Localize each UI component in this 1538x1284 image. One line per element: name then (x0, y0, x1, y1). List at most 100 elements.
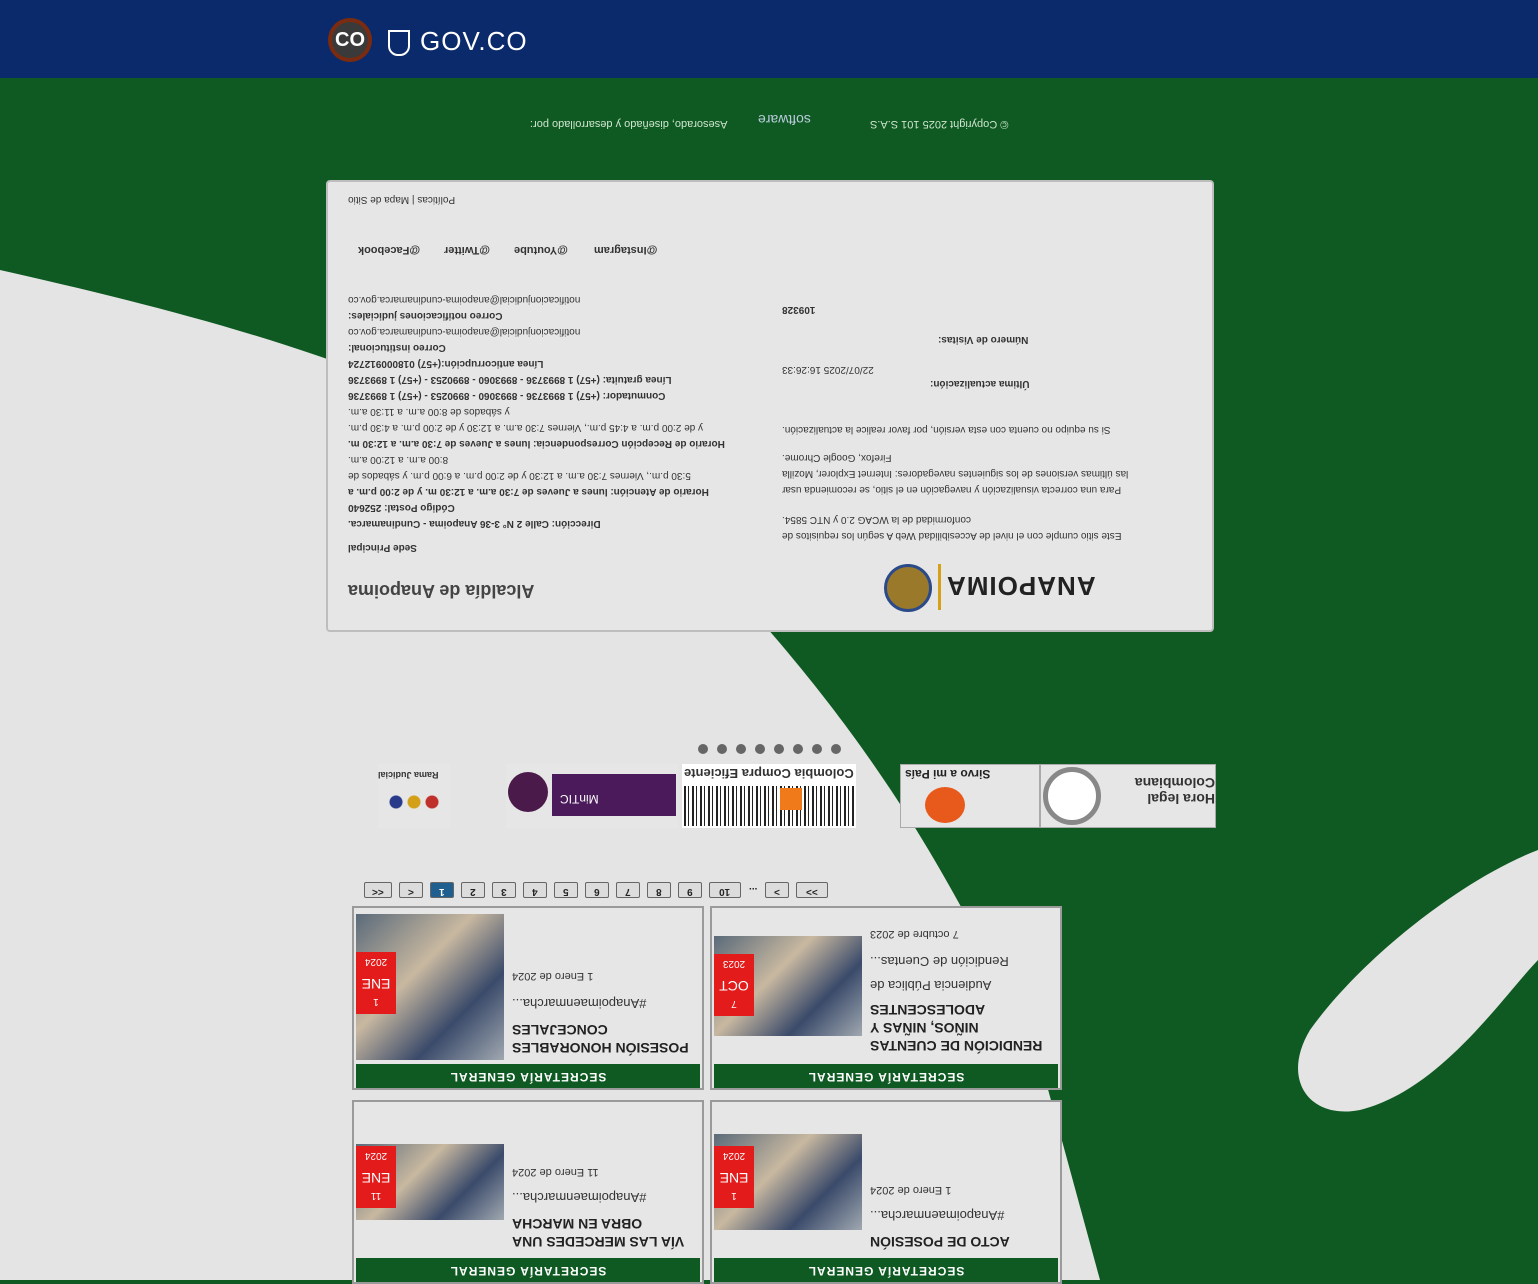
carousel-dot[interactable] (812, 744, 822, 754)
correspondence-3: y sábados de 8:00 a.m. a 11:30 a.m. (348, 406, 510, 417)
news-title-1[interactable]: ACTO DE POSESIÓN (870, 1234, 1010, 1250)
pager-label: 1 (439, 886, 445, 897)
sede-label: Sede Principal (348, 542, 417, 553)
pager-page-button[interactable]: 7 (616, 882, 640, 898)
free-line: Línea gratuita: (+57) 1 8993736 - 899306… (348, 374, 672, 385)
pager-page-button[interactable]: 3 (492, 882, 516, 898)
news-title-1[interactable]: POSESIÓN HONORABLES (512, 1040, 689, 1056)
news-title-2[interactable]: OBRA EN MARCHA (512, 1216, 642, 1232)
top-bar: CO GOV.CO (0, 0, 1538, 78)
pager-label: > (774, 886, 780, 897)
date-badge: 2024 ENE 1 (356, 952, 396, 1014)
news-excerpt: #Anapoimaenmarcha... (870, 1208, 1005, 1223)
date-badge: 2024 ENE 11 (356, 1146, 396, 1208)
pager-page-button[interactable]: 5 (554, 882, 578, 898)
co-logo-text: CO (335, 28, 365, 51)
badge-month: OCT (719, 978, 749, 994)
news-category[interactable]: SECRETARÍA GENERAL (356, 1258, 700, 1282)
news-title-2[interactable]: CONCEJALES (512, 1022, 608, 1038)
news-excerpt: #Anapoimaenmarcha... (512, 1190, 647, 1205)
clock-icon (1043, 767, 1101, 825)
pager-prev-button[interactable]: < (399, 882, 423, 898)
institutional-email[interactable]: notificacionjudicial@anapoima-cundinamar… (348, 326, 580, 337)
badge-year: 2024 (364, 956, 388, 967)
news-date: 1 Enero de 2024 (870, 1184, 952, 1196)
pager-label: 3 (501, 886, 507, 897)
carousel-dot[interactable] (774, 744, 784, 754)
logo-divider (938, 564, 941, 610)
browsers-4: Si su equipo no cuenta con esta versión,… (782, 424, 1111, 435)
govco-logo[interactable]: GOV.CO (420, 26, 528, 57)
news-title-3[interactable]: ADOLESCENTES (870, 1002, 985, 1018)
visits-value: 109328 (782, 304, 816, 315)
pager-label: 5 (563, 886, 569, 897)
carousel-dot[interactable] (698, 744, 708, 754)
youtube-link[interactable]: @Youtube (514, 244, 568, 256)
news-title-1[interactable]: RENDICIÓN DE CUENTAS (870, 1038, 1042, 1054)
institutional-email-label: Correo institucional: (348, 342, 446, 353)
news-card[interactable]: 2023 OCT 7 7 octubre de 2023 Rendición d… (710, 906, 1062, 1090)
badge-day: 11 (370, 1190, 382, 1201)
schedule-2: 5:30 p.m., Viernes 7:30 a.m. a 12:30 y d… (348, 470, 691, 481)
anapoima-logo[interactable]: ANAPOIMA (884, 562, 1096, 614)
correspondence-2: y de 2:00 p.m. a 4:45 p.m., Viernes 7:30… (348, 422, 704, 433)
orange-square-icon (780, 788, 802, 810)
instagram-link[interactable]: @Instagram (594, 244, 657, 256)
pager-label: ... (748, 885, 758, 896)
developer-brand[interactable]: software (758, 112, 811, 128)
pager-last-button[interactable]: >> (796, 882, 828, 898)
schedule-1: Horario de Atención: lunes a Jueves de 7… (348, 486, 709, 497)
last-update-label: Última actualización: (930, 378, 1030, 389)
news-card[interactable]: 2024 ENE 1 1 Enero de 2024 #Anapoimaenma… (710, 1100, 1062, 1284)
news-title-2[interactable]: NIÑOS, NIÑAS Y (870, 1020, 979, 1036)
pager-page-button[interactable]: 10 (709, 882, 741, 898)
badge-day: 1 (373, 996, 379, 1007)
anapoima-logo-text: ANAPOIMA (946, 571, 1096, 601)
pager-label: 9 (687, 886, 693, 897)
pager-label: 4 (532, 886, 538, 897)
mintic-banner[interactable]: MinTIC (506, 764, 678, 828)
pager-page-button[interactable]: 4 (523, 882, 547, 898)
address: Dirección: Calle 2 N° 3-36 Anapoima - Cu… (348, 518, 601, 529)
colombia-compra-banner[interactable]: Colombia Compra Eficiente (682, 764, 856, 828)
pager-first-button[interactable]: << (364, 882, 392, 898)
news-card[interactable]: 2024 ENE 11 11 Enero de 2024 #Anapoimaen… (352, 1100, 704, 1284)
pager-page-button[interactable]: 8 (647, 882, 671, 898)
carousel-dot[interactable] (736, 744, 746, 754)
rama-judicial-banner[interactable]: Rama Judicial (378, 764, 450, 828)
judicial-email[interactable]: notificacionjudicial@anapoima-cundinamar… (348, 294, 580, 305)
twitter-link[interactable]: @Twitter (444, 244, 490, 256)
barcode-icon (684, 786, 854, 826)
correspondence-1: Horario de Recepción Correspondencia: lu… (348, 438, 725, 449)
news-category[interactable]: SECRETARÍA GENERAL (714, 1258, 1058, 1282)
pager-page-button[interactable]: 9 (678, 882, 702, 898)
colombia-compra-text: Colombia Compra Eficiente (684, 766, 854, 781)
sirvo-banner[interactable]: Sirvo a mi País (900, 764, 1040, 828)
co-logo-icon[interactable]: CO (328, 18, 372, 62)
footer-info-panel: Políticas | Mapa de Sitio @Facebook @Twi… (326, 180, 1214, 632)
pager-page-button[interactable]: 1 (430, 882, 454, 898)
mintic-seal-icon (508, 772, 548, 812)
pager-label: >> (806, 886, 818, 897)
carousel-dot[interactable] (717, 744, 727, 754)
carousel-dot[interactable] (793, 744, 803, 754)
phone-line: Conmutador: (+57) 1 8993736 - 8993060 - … (348, 390, 666, 401)
accessibility-1: Este sitio cumple con el nivel de Accesi… (782, 530, 1122, 541)
pager-page-button[interactable]: 6 (585, 882, 609, 898)
news-title-1[interactable]: VÍA LAS MERCEDES UNA (512, 1234, 684, 1250)
carousel-dot[interactable] (755, 744, 765, 754)
pager-page-button[interactable]: 2 (461, 882, 485, 898)
news-date: 11 Enero de 2024 (512, 1166, 599, 1178)
footer-links: Políticas | Mapa de Sitio (348, 194, 456, 205)
news-card[interactable]: 2024 ENE 1 1 Enero de 2024 #Anapoimaenma… (352, 906, 704, 1090)
hora-legal-banner[interactable]: Hora legal Colombiana (1040, 764, 1216, 828)
facebook-link[interactable]: @Facebook (358, 244, 420, 256)
news-category[interactable]: SECRETARÍA GENERAL (714, 1064, 1058, 1088)
news-category[interactable]: SECRETARÍA GENERAL (356, 1064, 700, 1088)
banner-row: Rama Judicial MinTIC Colombia Compra Efi… (360, 764, 1216, 830)
badge-month: ENE (361, 976, 391, 992)
pager-next-button[interactable]: > (765, 882, 789, 898)
carousel-dot[interactable] (831, 744, 841, 754)
news-excerpt-2: Rendición de Cuentas... (870, 954, 1009, 969)
accessibility-2: conformidad de la WCAG 2.0 y NTC 5854. (782, 514, 971, 525)
